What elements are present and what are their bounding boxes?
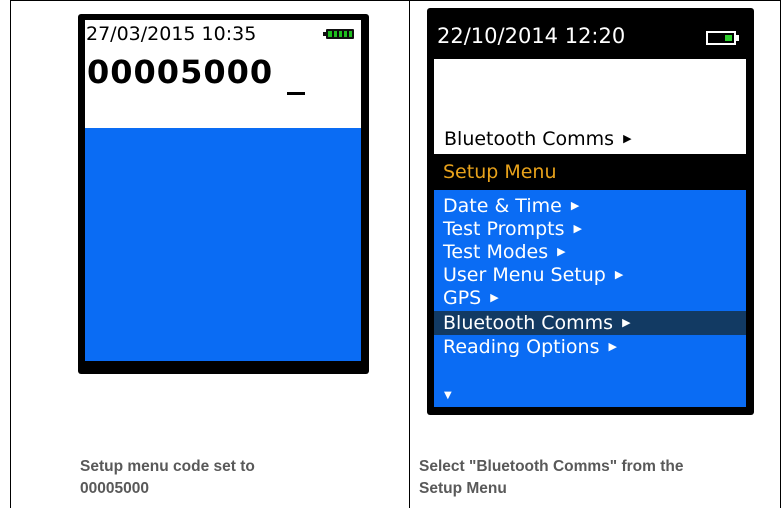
- datetime-display: 27/03/2015 10:35: [86, 23, 257, 45]
- column-divider: [409, 0, 410, 508]
- right-arrow-icon: ▶: [623, 132, 632, 145]
- top-border: [10, 0, 781, 1]
- device-left-screen: 27/03/2015 10:35 00005000: [85, 20, 361, 361]
- right-arrow-icon: ▶: [490, 291, 499, 304]
- right-arrow-icon: ▶: [573, 222, 582, 235]
- right-arrow-icon: ▶: [608, 340, 617, 353]
- menu-item-user-menu-setup[interactable]: User Menu Setup ▶: [434, 263, 746, 286]
- menu-item-label: Date & Time: [443, 195, 562, 217]
- comparison-table: 27/03/2015 10:35 00005000 22/10/2014 12:…: [0, 0, 784, 508]
- setup-menu: Date & Time ▶ Test Prompts ▶ Test Modes ▶ U…: [434, 190, 746, 407]
- edit-cursor: [287, 92, 305, 95]
- menu-item-label: Reading Options: [443, 336, 600, 358]
- menu-title-bar: Setup Menu: [434, 154, 746, 190]
- menu-item-date-time[interactable]: Date & Time ▶: [434, 194, 746, 217]
- menu-item-label: GPS: [443, 287, 482, 309]
- menu-item-label: Test Prompts: [443, 218, 565, 240]
- menu-item-label: Bluetooth Comms: [443, 312, 614, 334]
- right-arrow-icon: ▶: [614, 268, 624, 281]
- menu-item-label: User Menu Setup: [443, 264, 606, 286]
- menu-item-test-prompts[interactable]: Test Prompts ▶: [434, 217, 746, 240]
- menu-title: Setup Menu: [443, 161, 557, 183]
- menu-item-gps[interactable]: GPS ▶: [434, 286, 746, 309]
- menu-item-label: Test Modes: [443, 241, 549, 263]
- menu-item-reading-options[interactable]: Reading Options ▶: [434, 335, 746, 358]
- right-caption-line1: Select "Bluetooth Comms" from the: [419, 458, 684, 475]
- left-border: [10, 0, 11, 508]
- current-selection: Bluetooth Comms ▶: [444, 128, 632, 150]
- right-border: [780, 0, 781, 508]
- left-caption-line1: Setup menu code set to: [80, 458, 255, 475]
- device-right-screen: 22/10/2014 12:20 Bluetooth Comms ▶ Setup …: [434, 14, 746, 407]
- right-arrow-icon: ▶: [622, 316, 631, 329]
- menu-item-test-modes[interactable]: Test Modes ▶: [434, 240, 746, 263]
- right-caption-line2: Setup Menu: [419, 480, 507, 497]
- right-arrow-icon: ▶: [570, 199, 580, 212]
- datetime-display: 22/10/2014 12:20: [437, 24, 626, 48]
- right-arrow-icon: ▶: [557, 245, 566, 258]
- status-bar: 22/10/2014 12:20: [434, 14, 746, 59]
- current-selection-label: Bluetooth Comms: [444, 128, 615, 150]
- left-caption-line2: 00005000: [80, 480, 149, 497]
- code-value: 00005000: [87, 53, 274, 91]
- device-left: 27/03/2015 10:35 00005000: [78, 14, 369, 374]
- battery-low-icon: [706, 31, 739, 45]
- battery-full-icon: [323, 29, 354, 39]
- menu-item-bluetooth-comms[interactable]: Bluetooth Comms ▶: [434, 311, 746, 335]
- device-right: 22/10/2014 12:20 Bluetooth Comms ▶ Setup …: [427, 8, 754, 415]
- scroll-down-icon[interactable]: ▼: [444, 390, 452, 401]
- screen-blue-area: [85, 128, 361, 361]
- left-caption: Setup menu code set to 00005000: [80, 456, 255, 500]
- right-caption: Select "Bluetooth Comms" from the Setup …: [419, 456, 683, 500]
